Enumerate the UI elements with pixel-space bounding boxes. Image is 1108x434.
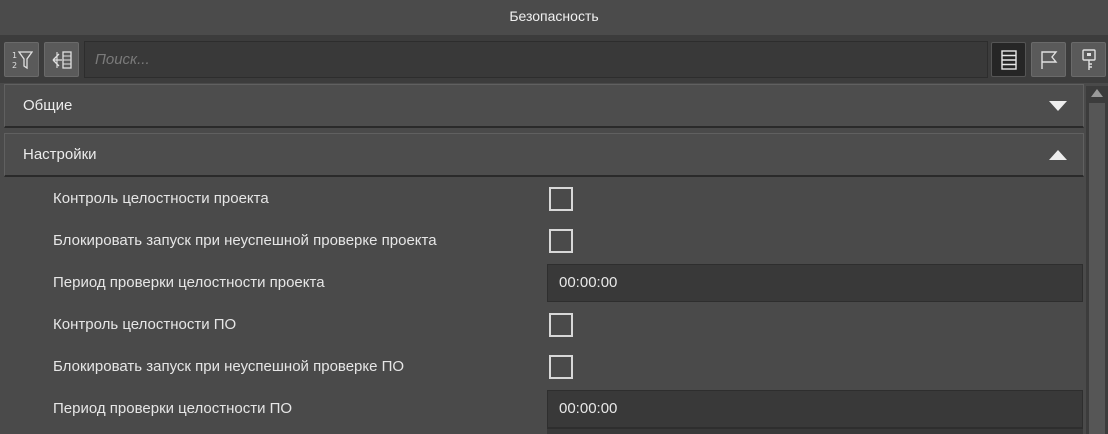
expand-collapse-button[interactable] bbox=[44, 42, 79, 77]
svg-text:1: 1 bbox=[12, 51, 17, 60]
section-general-header[interactable]: Общие bbox=[4, 84, 1084, 128]
sort-filter-button[interactable]: 1 2 bbox=[4, 42, 39, 77]
vertical-scrollbar[interactable] bbox=[1086, 86, 1108, 434]
list-view-button[interactable] bbox=[991, 42, 1026, 77]
section-settings-header[interactable]: Настройки bbox=[4, 133, 1084, 177]
block-on-project-fail-label: Блокировать запуск при неуспешной провер… bbox=[53, 232, 437, 249]
chevron-up-icon bbox=[1049, 150, 1067, 160]
window-title: Безопасность bbox=[0, 0, 1108, 35]
scroll-up-arrow-icon[interactable] bbox=[1091, 89, 1103, 97]
expand-collapse-icon bbox=[52, 50, 72, 69]
next-field-edge bbox=[547, 428, 1083, 434]
toolbar: 1 2 bbox=[0, 35, 1108, 83]
list-view-icon bbox=[1000, 49, 1017, 70]
svg-text:2: 2 bbox=[12, 61, 17, 70]
project-integrity-control-label: Контроль целостности проекта bbox=[53, 190, 269, 207]
software-check-period-label: Период проверки целостности ПО bbox=[53, 400, 293, 417]
flag-icon bbox=[1040, 50, 1057, 69]
scrollbar-thumb[interactable] bbox=[1089, 103, 1105, 434]
flag-button[interactable] bbox=[1031, 42, 1066, 77]
block-on-software-fail-label: Блокировать запуск при неуспешной провер… bbox=[53, 358, 405, 375]
sort-filter-icon: 1 2 bbox=[12, 51, 33, 70]
project-integrity-control-checkbox[interactable] bbox=[549, 187, 573, 211]
section-settings-title: Настройки bbox=[23, 146, 97, 163]
block-on-software-fail-checkbox[interactable] bbox=[549, 355, 573, 379]
section-general-title: Общие bbox=[23, 97, 73, 114]
block-on-project-fail-checkbox[interactable] bbox=[549, 229, 573, 253]
software-integrity-control-checkbox[interactable] bbox=[549, 313, 573, 337]
project-check-period-field[interactable]: 00:00:00 bbox=[547, 264, 1083, 302]
search-input[interactable] bbox=[84, 41, 988, 78]
chevron-down-icon bbox=[1049, 101, 1067, 111]
software-check-period-field[interactable]: 00:00:00 bbox=[547, 390, 1083, 428]
key-icon bbox=[1081, 48, 1096, 70]
key-button[interactable] bbox=[1071, 42, 1106, 77]
project-check-period-label: Период проверки целостности проекта bbox=[53, 274, 325, 291]
software-integrity-control-label: Контроль целостности ПО bbox=[53, 316, 237, 333]
